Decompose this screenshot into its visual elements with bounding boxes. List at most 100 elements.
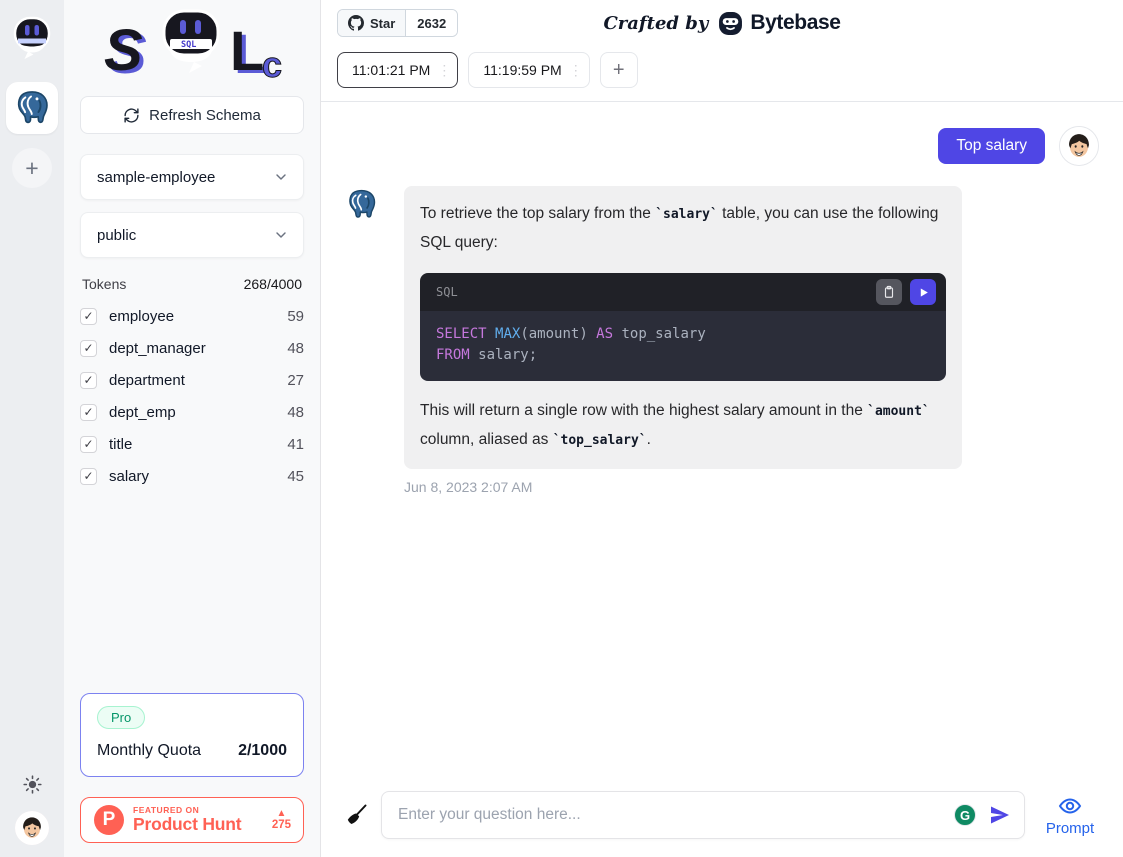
- refresh-icon: [123, 107, 140, 124]
- table-row[interactable]: ✓ salary 45: [80, 460, 304, 492]
- table-checkbox[interactable]: ✓: [80, 404, 97, 421]
- svg-text:SQL: SQL: [181, 40, 196, 50]
- refresh-schema-label: Refresh Schema: [149, 107, 261, 124]
- send-button[interactable]: [988, 803, 1012, 827]
- tab-menu-icon[interactable]: ⋮: [569, 62, 581, 79]
- pro-badge: Pro: [97, 706, 145, 729]
- user-message-avatar: [1059, 126, 1099, 166]
- user-avatar: [15, 811, 49, 845]
- prompt-label: Prompt: [1046, 820, 1094, 837]
- grammarly-icon[interactable]: G: [954, 804, 976, 826]
- tokens-label: Tokens: [82, 276, 126, 292]
- sqlchat-logo: S S SQL L L c: [80, 4, 304, 92]
- table-token-count: 45: [287, 468, 304, 485]
- table-row[interactable]: ✓ employee 59: [80, 300, 304, 332]
- tab-conversation[interactable]: 11:19:59 PM ⋮: [468, 52, 589, 88]
- table-token-count: 41: [287, 436, 304, 453]
- question-input-box: G: [381, 791, 1025, 839]
- sqlchat-bot-icon: [12, 16, 52, 60]
- code-language-label: SQL: [436, 278, 458, 306]
- table-checkbox[interactable]: ✓: [80, 308, 97, 325]
- table-name: department: [109, 372, 185, 389]
- table-token-count: 59: [287, 308, 304, 325]
- table-name: title: [109, 436, 132, 453]
- assistant-paragraph: To retrieve the top salary from the `sal…: [420, 200, 946, 257]
- table-name: employee: [109, 308, 174, 325]
- account-avatar-button[interactable]: [15, 811, 49, 845]
- code-block-header: SQL: [420, 273, 946, 311]
- code-content: SELECT MAX(amount) AS top_salaryFROM sal…: [420, 311, 946, 381]
- question-input[interactable]: [398, 806, 954, 824]
- table-token-count: 27: [287, 372, 304, 389]
- table-checkbox[interactable]: ✓: [80, 372, 97, 389]
- table-name: dept_manager: [109, 340, 206, 357]
- add-connection-button[interactable]: +: [12, 148, 52, 188]
- theme-toggle-button[interactable]: [22, 774, 43, 795]
- connection-sidebar: S S SQL L L c Refresh Schema sample-empl…: [64, 0, 320, 857]
- schema-select-value: public: [97, 227, 136, 244]
- eye-icon: [1058, 794, 1082, 818]
- topbar: Star 2632 Crafted by Bytebase 11:01:21 P…: [321, 0, 1123, 102]
- bytebase-logo-icon: [718, 11, 743, 36]
- bytebase-brand-name: Bytebase: [750, 11, 840, 35]
- github-star-button[interactable]: Star 2632: [337, 9, 458, 37]
- tab-conversation-active[interactable]: 11:01:21 PM ⋮: [337, 52, 458, 88]
- table-row[interactable]: ✓ title 41: [80, 428, 304, 460]
- tokens-row: Tokens 268/4000: [82, 276, 302, 292]
- postgresql-icon: [345, 188, 378, 221]
- table-name: salary: [109, 468, 149, 485]
- database-select[interactable]: sample-employee: [80, 154, 304, 200]
- send-icon: [988, 803, 1012, 827]
- play-icon: [917, 286, 930, 299]
- inline-code: `amount`: [867, 404, 930, 419]
- broom-icon: [345, 803, 369, 827]
- connection-postgres-button[interactable]: [6, 82, 58, 134]
- assistant-avatar: [345, 188, 378, 221]
- table-token-count: 48: [287, 404, 304, 421]
- product-hunt-badge[interactable]: P FEATURED ON Product Hunt ▲ 275: [80, 797, 304, 843]
- svg-text:c: c: [262, 44, 282, 85]
- tab-menu-icon[interactable]: ⋮: [437, 62, 449, 79]
- table-name: dept_emp: [109, 404, 176, 421]
- sqlchat-bot-avatar[interactable]: [12, 16, 52, 60]
- chevron-down-icon: [273, 227, 289, 243]
- user-message-bubble: Top salary: [938, 128, 1045, 164]
- table-checkbox[interactable]: ✓: [80, 340, 97, 357]
- composer: G Prompt: [321, 791, 1123, 857]
- user-avatar: [1060, 127, 1098, 165]
- postgresql-icon: [13, 89, 51, 127]
- table-row[interactable]: ✓ department 27: [80, 364, 304, 396]
- upvote-count: 275: [272, 819, 291, 832]
- table-checkbox[interactable]: ✓: [80, 468, 97, 485]
- run-query-button[interactable]: [910, 279, 936, 305]
- inline-code: `top_salary`: [553, 433, 647, 448]
- assistant-paragraph: This will return a single row with the h…: [420, 397, 946, 455]
- quota-value: 2/1000: [238, 742, 287, 760]
- tokens-value: 268/4000: [244, 276, 302, 292]
- logo-s: S: [104, 18, 143, 83]
- pro-quota-card: Pro Monthly Quota 2/1000: [80, 693, 304, 777]
- clipboard-icon: [882, 285, 896, 299]
- chevron-down-icon: [273, 169, 289, 185]
- table-token-count: 48: [287, 340, 304, 357]
- assistant-message-row: To retrieve the top salary from the `sal…: [345, 186, 1099, 469]
- clear-conversation-button[interactable]: [345, 803, 373, 827]
- copy-code-button[interactable]: [876, 279, 902, 305]
- product-hunt-name: Product Hunt: [133, 815, 241, 833]
- refresh-schema-button[interactable]: Refresh Schema: [80, 96, 304, 134]
- schema-select[interactable]: public: [80, 212, 304, 258]
- sql-code-block: SQL SELECT MAX(amount) AS top_salaryFROM…: [420, 273, 946, 381]
- tab-label: 11:01:21 PM: [352, 62, 430, 78]
- product-hunt-upvotes: ▲ 275: [272, 808, 291, 832]
- table-row[interactable]: ✓ dept_manager 48: [80, 332, 304, 364]
- conversation-tabs: 11:01:21 PM ⋮ 11:19:59 PM ⋮ +: [337, 52, 1107, 101]
- github-star-count: 2632: [406, 10, 457, 36]
- message-timestamp: Jun 8, 2023 2:07 AM: [404, 479, 1099, 495]
- user-message-row: Top salary: [345, 126, 1099, 166]
- table-checkbox[interactable]: ✓: [80, 436, 97, 453]
- svg-text:L: L: [230, 19, 264, 82]
- prompt-button[interactable]: Prompt: [1041, 794, 1099, 837]
- new-conversation-button[interactable]: +: [600, 52, 638, 88]
- table-row[interactable]: ✓ dept_emp 48: [80, 396, 304, 428]
- crafted-by-label: Crafted by: [603, 13, 708, 34]
